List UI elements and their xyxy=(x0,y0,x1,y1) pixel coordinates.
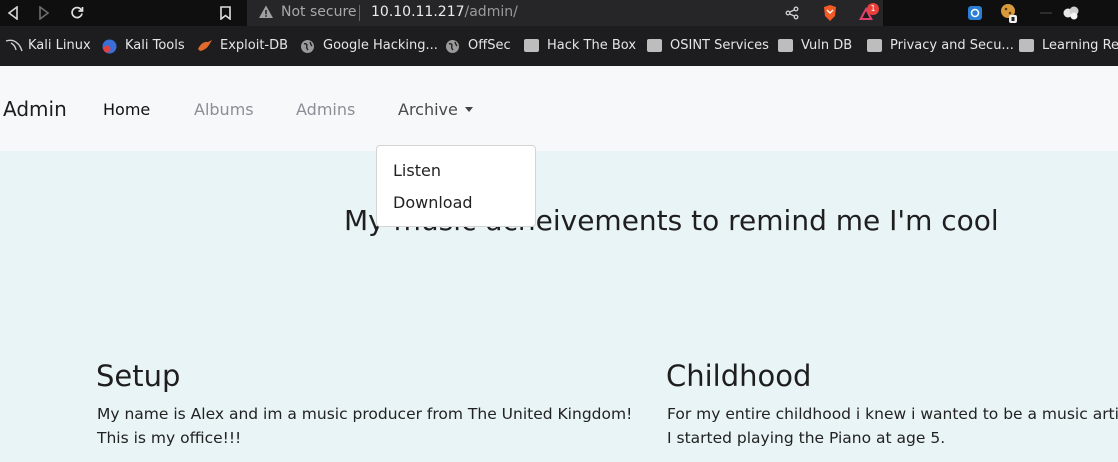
bookmark-kali-tools[interactable]: Kali Tools xyxy=(102,38,185,54)
rewards-badge: 1 xyxy=(867,3,879,15)
warning-icon xyxy=(258,4,274,20)
bookmark-exploit-db[interactable]: Exploit-DB xyxy=(197,38,288,53)
kali-dragon-icon xyxy=(5,39,23,52)
bookmark-icon[interactable] xyxy=(216,3,234,23)
cookie-extension-icon[interactable] xyxy=(997,3,1021,23)
bookmark-label: Vuln DB xyxy=(801,38,853,53)
forward-icon[interactable] xyxy=(34,3,54,23)
site-navbar xyxy=(0,66,1118,151)
extension-shield-icon[interactable] xyxy=(964,3,986,23)
browser-toolbar: Not secure 10.10.11.217/admin/ 1 xyxy=(0,0,1118,26)
bookmark-osint-services[interactable]: OSINT Services xyxy=(647,38,769,53)
minus-icon[interactable] xyxy=(1036,3,1056,23)
nav-link-albums[interactable]: Albums xyxy=(194,100,254,119)
section-text-line: My name is Alex and im a music producer … xyxy=(97,405,633,423)
bookmark-label: Privacy and Secu... xyxy=(890,38,1014,53)
bookmark-vuln-db[interactable]: Vuln DB xyxy=(778,38,852,53)
url-host: 10.10.11.217 xyxy=(371,4,465,20)
folder-icon xyxy=(867,39,882,52)
caret-down-icon xyxy=(464,107,473,112)
url-text[interactable]: 10.10.11.217/admin/ xyxy=(371,4,518,20)
extensions-icon[interactable] xyxy=(1060,3,1082,23)
folder-icon xyxy=(647,39,662,52)
bookmark-label: Hack The Box xyxy=(547,38,637,53)
bookmark-hack-the-box[interactable]: Hack The Box xyxy=(524,38,636,53)
bookmark-label: Exploit-DB xyxy=(220,38,289,53)
section-text-line: I started playing the Piano at age 5. xyxy=(667,429,946,447)
nav-link-home[interactable]: Home xyxy=(103,100,150,119)
bookmark-learning-resources[interactable]: Learning Res xyxy=(1019,38,1118,53)
bookmarks-bar: Kali Linux Kali Tools Exploit-DB Google … xyxy=(0,26,1118,66)
folder-icon xyxy=(1019,39,1034,52)
bookmark-label: Kali Tools xyxy=(125,38,185,53)
section-text-line: This is my office!!! xyxy=(97,429,242,447)
back-icon[interactable] xyxy=(3,3,23,23)
bookmark-google-hacking[interactable]: Google Hacking... xyxy=(300,38,438,53)
nav-archive-label: Archive xyxy=(398,100,458,119)
globe-icon xyxy=(445,39,460,53)
reload-icon[interactable] xyxy=(67,3,87,23)
url-divider xyxy=(359,5,360,21)
bookmark-label: Kali Linux xyxy=(28,38,91,53)
bookmark-label: Learning Res xyxy=(1042,38,1118,53)
bookmark-kali-linux[interactable]: Kali Linux xyxy=(5,38,91,53)
bookmark-label: Google Hacking... xyxy=(323,38,438,53)
folder-icon xyxy=(778,39,793,52)
dropdown-item-download[interactable]: Download xyxy=(393,193,473,212)
kali-tools-icon xyxy=(102,39,117,54)
globe-icon xyxy=(300,39,315,53)
folder-icon xyxy=(524,39,539,52)
nav-link-admins[interactable]: Admins xyxy=(296,100,355,119)
navbar-brand[interactable]: Admin xyxy=(3,97,67,121)
dropdown-item-listen[interactable]: Listen xyxy=(393,161,441,180)
bookmark-privacy-security[interactable]: Privacy and Secu... xyxy=(867,38,1014,53)
security-label[interactable]: Not secure xyxy=(281,4,357,20)
bookmark-label: OSINT Services xyxy=(670,38,769,53)
section-title-setup: Setup xyxy=(96,359,181,393)
section-title-childhood: Childhood xyxy=(666,359,812,393)
url-path: /admin/ xyxy=(464,4,518,20)
section-text-line: For my entire childhood i knew i wanted … xyxy=(667,405,1118,423)
brave-shield-icon[interactable] xyxy=(820,3,840,23)
share-icon[interactable] xyxy=(783,3,801,23)
bookmark-label: OffSec xyxy=(468,38,511,53)
archive-dropdown-menu: Listen Download xyxy=(376,145,536,227)
nav-dropdown-archive[interactable]: Archive xyxy=(398,100,473,119)
bookmark-offsec[interactable]: OffSec xyxy=(445,38,511,53)
exploit-db-icon xyxy=(197,39,212,52)
